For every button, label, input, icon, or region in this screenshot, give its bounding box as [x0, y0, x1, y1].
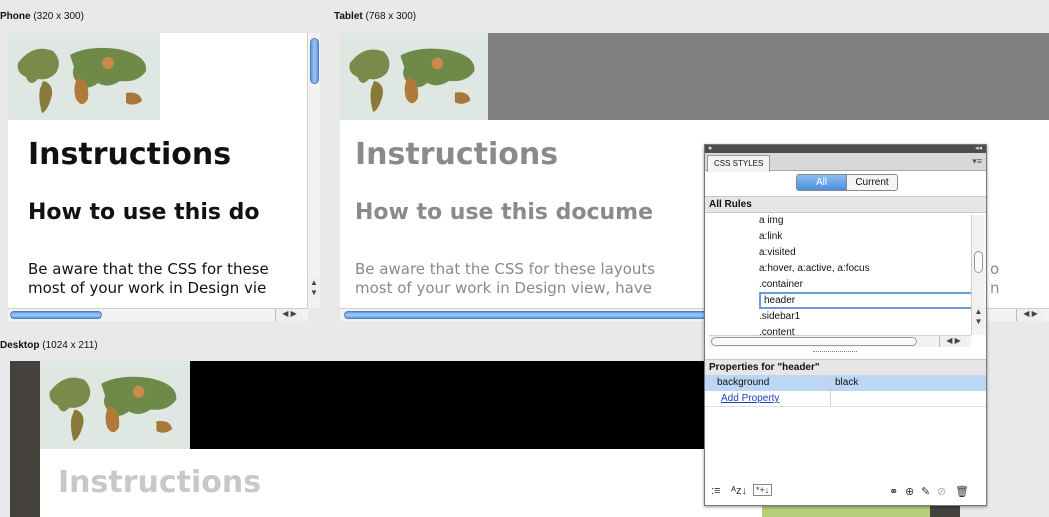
- panel-menu-icon[interactable]: ▾≡: [972, 156, 982, 167]
- page-heading: Instructions: [28, 137, 232, 172]
- properties-header: Properties for "header": [705, 359, 986, 376]
- phone-vertical-scrollbar[interactable]: ▲ ▼: [307, 33, 320, 308]
- all-rules-header: All Rules: [705, 196, 986, 213]
- page-heading: Instructions: [355, 137, 559, 172]
- css-styles-panel: ● ◂◂ CSS STYLES ▾≡ All Current All Rules…: [704, 144, 987, 506]
- tablet-hscroll-arrows[interactable]: ◀ ▶: [1016, 309, 1044, 321]
- add-property-row: Add Property: [705, 391, 986, 407]
- property-row-selected[interactable]: background black: [705, 375, 986, 391]
- rule-item[interactable]: .sidebar1: [759, 309, 800, 325]
- page-subheading: How to use this do: [28, 200, 260, 225]
- phone-horizontal-scrollbar[interactable]: ◀ ▶: [8, 308, 308, 321]
- show-alphabetical-view-icon[interactable]: ᴬz↓: [731, 485, 747, 497]
- tablet-caption: Tablet (768 x 300): [334, 11, 416, 22]
- rules-horizontal-scrollbar[interactable]: ◀ ▶: [709, 335, 971, 347]
- phone-vscroll-thumb[interactable]: [310, 38, 319, 84]
- toggle-all-button[interactable]: All: [797, 175, 847, 190]
- splitter-grip[interactable]: [813, 351, 857, 352]
- paragraph-tail-1: o: [990, 260, 1000, 278]
- phone-hscroll-arrows[interactable]: ◀ ▶: [275, 309, 303, 321]
- rule-item[interactable]: a img: [759, 215, 783, 229]
- tab-css-styles[interactable]: CSS STYLES: [707, 155, 771, 172]
- edit-rule-icon[interactable]: ✎: [921, 485, 930, 498]
- rule-item-selected[interactable]: header: [759, 292, 971, 309]
- tablet-size: (768 x 300): [365, 11, 417, 22]
- rules-vscroll-arrows[interactable]: ▲ ▼: [972, 307, 985, 329]
- rules-hscroll-arrows[interactable]: ◀ ▶: [939, 336, 967, 347]
- paragraph-line-2: most of your work in Design view, have: [355, 279, 652, 297]
- trash-icon[interactable]: 🗑: [955, 485, 969, 498]
- rule-item[interactable]: a:visited: [759, 245, 796, 261]
- all-current-toggle: All Current: [796, 174, 898, 191]
- disable-property-icon[interactable]: ⊘: [937, 485, 946, 498]
- panel-tab-bar: CSS STYLES ▾≡: [705, 153, 986, 172]
- phone-caption: Phone (320 x 300): [0, 11, 84, 22]
- collapse-icon[interactable]: ◂◂: [975, 145, 982, 153]
- attach-stylesheet-icon[interactable]: ⚭: [889, 485, 898, 498]
- phone-viewport: Instructions How to use this do Be aware…: [8, 33, 320, 308]
- panel-title-bar[interactable]: ● ◂◂: [705, 145, 986, 153]
- phone-hscroll-thumb[interactable]: [10, 311, 102, 319]
- close-icon[interactable]: ●: [708, 145, 712, 153]
- rules-vscroll-thumb[interactable]: [974, 251, 983, 273]
- add-property-link[interactable]: Add Property: [721, 393, 779, 404]
- desktop-label: Desktop: [0, 340, 40, 351]
- rules-vertical-scrollbar[interactable]: ▲ ▼: [971, 215, 985, 335]
- property-name[interactable]: background: [705, 375, 831, 391]
- paragraph-line-1: Be aware that the CSS for these layouts: [355, 260, 656, 278]
- phone-vscroll-arrows[interactable]: ▲ ▼: [308, 278, 320, 300]
- rule-item[interactable]: a:hover, a:active, a:focus: [759, 261, 870, 277]
- rule-item[interactable]: a:link: [759, 229, 782, 245]
- desktop-left-border: [10, 361, 40, 517]
- rules-list: a img a:link a:visited a:hover, a:active…: [709, 215, 971, 335]
- rule-item[interactable]: .container: [759, 277, 803, 293]
- desktop-caption: Desktop (1024 x 211): [0, 340, 98, 351]
- new-css-rule-icon[interactable]: ⊕: [905, 485, 914, 498]
- paragraph-line-1: Be aware that the CSS for these: [28, 260, 269, 278]
- world-map-image: [40, 361, 190, 449]
- property-value[interactable]: black: [831, 375, 858, 391]
- desktop-size: (1024 x 211): [42, 340, 98, 351]
- paragraph-line-2: most of your work in Design vie: [28, 279, 267, 297]
- show-category-view-icon[interactable]: :≡: [711, 485, 720, 497]
- phone-size: (320 x 300): [33, 11, 84, 22]
- show-set-properties-icon[interactable]: *+↓: [753, 484, 773, 496]
- tablet-label: Tablet: [334, 11, 363, 22]
- rule-item[interactable]: .content: [759, 325, 795, 335]
- page-subheading: How to use this docume: [355, 200, 654, 225]
- world-map-image: [8, 33, 160, 120]
- paragraph-tail-2: n: [990, 279, 1000, 297]
- page-heading: Instructions: [58, 465, 262, 500]
- world-map-image: [340, 33, 488, 120]
- rules-hscroll-thumb[interactable]: [711, 337, 917, 346]
- toggle-current-button[interactable]: Current: [846, 175, 897, 190]
- phone-label: Phone: [0, 11, 31, 22]
